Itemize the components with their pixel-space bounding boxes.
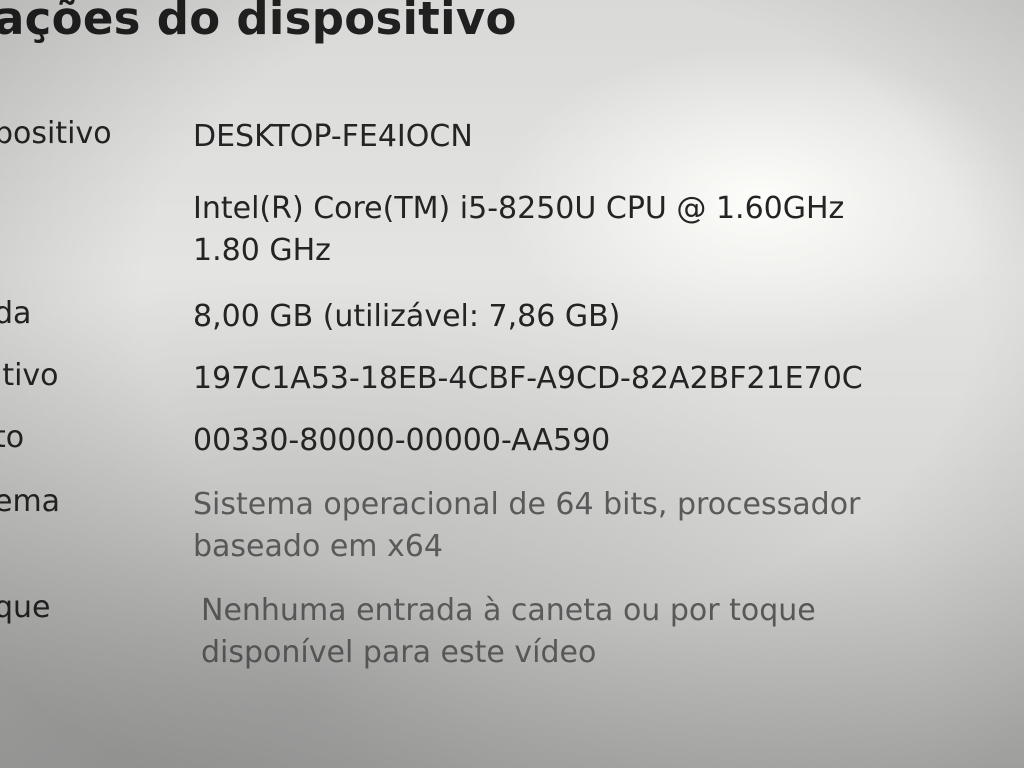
spec-value-pen-and-touch: Nenhuma entrada à caneta ou por toque di… bbox=[201, 590, 816, 674]
spec-value-pen-and-touch-line-1: Nenhuma entrada à caneta ou por toque bbox=[201, 593, 816, 628]
spec-value-processor: Intel(R) Core(TM) i5-8250U CPU @ 1.60GHz… bbox=[193, 188, 844, 272]
spec-label-device-name: positivo bbox=[0, 116, 112, 151]
spec-label-pen-and-touch: que bbox=[0, 590, 51, 625]
spec-value-system-type-line-2: baseado em x64 bbox=[193, 529, 443, 564]
spec-label-installed-ram: da bbox=[0, 296, 32, 331]
spec-value-device-name-line-1: DESKTOP-FE4IOCN bbox=[193, 119, 473, 154]
spec-label-product-id: to bbox=[0, 420, 25, 455]
spec-value-device-id-line-1: 197C1A53-18EB-4CBF-A9CD-82A2BF21E70C bbox=[193, 361, 863, 396]
spec-value-processor-line-1: Intel(R) Core(TM) i5-8250U CPU @ 1.60GHz bbox=[193, 191, 845, 226]
spec-label-system-type: ema bbox=[0, 484, 61, 519]
spec-value-product-id-line-1: 00330-80000-00000-AA590 bbox=[193, 423, 611, 458]
spec-value-system-type: Sistema operacional de 64 bits, processa… bbox=[193, 484, 860, 568]
spec-value-installed-ram-line-1: 8,00 GB (utilizável: 7,86 GB) bbox=[193, 299, 621, 334]
spec-value-installed-ram: 8,00 GB (utilizável: 7,86 GB) bbox=[193, 296, 620, 338]
spec-value-system-type-line-1: Sistema operacional de 64 bits, processa… bbox=[193, 487, 861, 522]
spec-value-processor-line-2: 1.80 GHz bbox=[193, 233, 331, 268]
spec-value-device-id: 197C1A53-18EB-4CBF-A9CD-82A2BF21E70C bbox=[193, 358, 863, 400]
spec-value-pen-and-touch-line-2: disponível para este vídeo bbox=[201, 635, 597, 670]
device-specs-table: positivo DESKTOP-FE4IOCN Intel(R) Core(T… bbox=[0, 0, 1024, 768]
spec-value-device-name: DESKTOP-FE4IOCN bbox=[193, 116, 473, 158]
spec-value-product-id: 00330-80000-00000-AA590 bbox=[193, 420, 610, 462]
spec-label-device-id: itivo bbox=[0, 358, 59, 393]
